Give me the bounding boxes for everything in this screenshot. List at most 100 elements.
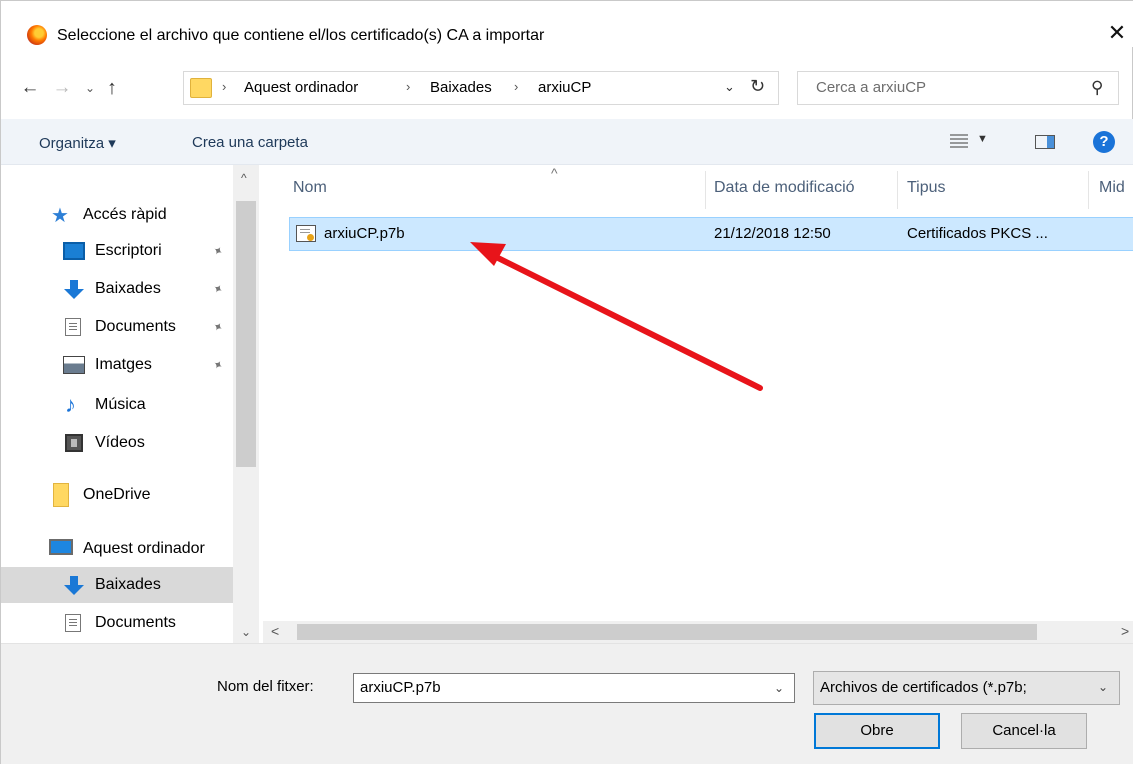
sidebar-item-this-pc[interactable]: Aquest ordinador (1, 531, 233, 567)
sidebar-item-documents[interactable]: Documents ✦ (1, 309, 233, 345)
certificate-icon (296, 225, 316, 242)
sidebar-item-videos[interactable]: Vídeos (1, 425, 233, 461)
forward-button[interactable]: → (51, 77, 73, 99)
sidebar-item-label: Documents (95, 318, 176, 335)
breadcrumb-separator[interactable]: › (514, 79, 518, 94)
download-icon (63, 280, 85, 299)
file-type-filter-value: Archivos de certificados (*.p7b; (820, 679, 1027, 696)
sidebar-item-desktop[interactable]: Escriptori ✦ (1, 233, 233, 269)
document-icon (65, 318, 81, 336)
breadcrumb-separator[interactable]: › (222, 79, 226, 94)
column-header-name[interactable]: Nom (293, 179, 327, 197)
horizontal-scrollbar[interactable]: < > (263, 621, 1133, 643)
open-button[interactable]: Obre (814, 713, 940, 749)
cancel-button[interactable]: Cancel·la (961, 713, 1087, 749)
column-header-type[interactable]: Tipus (907, 179, 946, 197)
download-icon (63, 576, 85, 595)
document-icon (65, 614, 81, 632)
back-button[interactable]: ← (19, 77, 41, 99)
folder-icon (190, 78, 212, 98)
breadcrumb-arxiucp[interactable]: arxiuCP (538, 79, 591, 96)
video-icon (65, 434, 83, 452)
search-input[interactable]: Cerca a arxiuCP ⚲ (797, 71, 1119, 105)
sidebar-item-label: Documents (95, 614, 176, 631)
sidebar-item-pictures[interactable]: Imatges ✦ (1, 347, 233, 383)
filename-value: arxiuCP.p7b (360, 679, 441, 696)
sidebar-item-label: Accés ràpid (83, 206, 167, 223)
firefox-icon (27, 25, 47, 45)
recent-locations-button[interactable]: ⌄ (79, 77, 101, 99)
close-button[interactable]: ✕ (1105, 21, 1129, 45)
scroll-left-icon[interactable]: < (271, 623, 279, 639)
command-bar: Organitza ▾ Crea una carpeta ▼ ? (1, 119, 1133, 165)
chevron-down-icon[interactable]: ⌄ (1098, 680, 1108, 694)
filename-input[interactable]: arxiuCP.p7b ⌄ (353, 673, 795, 703)
pin-icon[interactable]: ✦ (210, 280, 226, 297)
sidebar-item-label: Aquest ordinador (83, 540, 205, 557)
scroll-right-icon[interactable]: > (1121, 623, 1129, 639)
sidebar-item-label: Imatges (95, 356, 152, 373)
pin-icon[interactable]: ✦ (210, 356, 226, 373)
dialog-title: Seleccione el archivo que contiene el/lo… (57, 27, 545, 44)
file-name: arxiuCP.p7b (324, 225, 405, 242)
pin-icon[interactable]: ✦ (210, 242, 226, 259)
column-header-size[interactable]: Mid (1099, 179, 1125, 197)
search-icon[interactable]: ⚲ (1091, 78, 1103, 98)
column-divider[interactable] (705, 171, 706, 209)
search-placeholder: Cerca a arxiuCP (816, 79, 927, 96)
sidebar-item-label: Escriptori (95, 242, 162, 259)
file-open-dialog: Seleccione el archivo que contiene el/lo… (0, 0, 1133, 764)
title-bar: Seleccione el archivo que contiene el/lo… (1, 1, 1133, 47)
sidebar-item-label: Música (95, 396, 146, 413)
sidebar-item-music[interactable]: ♪ Música (1, 387, 233, 423)
sidebar-item-label: Baixades (95, 280, 161, 297)
scroll-down-icon[interactable]: ⌄ (241, 625, 251, 639)
organize-menu[interactable]: Organitza ▾ (39, 134, 116, 152)
sidebar-item-label: OneDrive (83, 486, 151, 503)
footer-panel: Nom del fitxer: arxiuCP.p7b ⌄ Archivos d… (1, 643, 1133, 764)
help-icon[interactable]: ? (1093, 131, 1115, 153)
sidebar-item-label: Baixades (95, 576, 161, 593)
star-icon: ★ (51, 205, 69, 227)
file-type: Certificados PKCS ... (907, 225, 1048, 242)
sidebar-item-pc-downloads[interactable]: Baixades (1, 567, 233, 603)
scroll-up-icon[interactable]: ^ (241, 171, 247, 185)
view-dropdown-icon[interactable]: ▼ (977, 133, 988, 145)
up-button[interactable]: ↑ (101, 77, 123, 99)
file-date: 21/12/2018 12:50 (714, 225, 831, 242)
scrollbar-thumb[interactable] (297, 624, 1037, 640)
address-dropdown-icon[interactable]: ⌄ (724, 79, 735, 95)
sidebar-item-onedrive[interactable]: OneDrive (1, 477, 233, 513)
breadcrumb-this-pc[interactable]: Aquest ordinador (244, 79, 358, 96)
sort-ascending-icon: ^ (551, 165, 558, 181)
preview-pane-icon[interactable] (1035, 135, 1055, 149)
sidebar-item-pc-documents[interactable]: Documents (1, 605, 233, 641)
breadcrumb-downloads[interactable]: Baixades (430, 79, 492, 96)
sidebar-item-quick-access[interactable]: ★ Accés ràpid (1, 197, 233, 233)
computer-icon (49, 539, 73, 555)
file-row[interactable]: arxiuCP.p7b 21/12/2018 12:50 Certificado… (289, 217, 1133, 251)
pin-icon[interactable]: ✦ (210, 318, 226, 335)
navigation-pane: ★ Accés ràpid Escriptori ✦ Baixades ✦ Do… (1, 165, 259, 643)
scrollbar-thumb[interactable] (236, 201, 256, 467)
sidebar-item-downloads[interactable]: Baixades ✦ (1, 271, 233, 307)
view-options-icon[interactable] (950, 134, 968, 148)
column-divider[interactable] (1088, 171, 1089, 209)
sidebar-item-label: Vídeos (95, 434, 145, 451)
desktop-icon (63, 242, 85, 260)
music-icon: ♪ (65, 392, 76, 417)
refresh-icon[interactable]: ↻ (750, 76, 765, 97)
sidebar-scrollbar[interactable]: ^ ⌄ (233, 165, 259, 643)
pictures-icon (63, 356, 85, 374)
new-folder-button[interactable]: Crea una carpeta (192, 134, 308, 151)
breadcrumb-separator[interactable]: › (406, 79, 410, 94)
onedrive-folder-icon (53, 483, 69, 507)
column-header-date[interactable]: Data de modificació (714, 179, 855, 197)
column-divider[interactable] (897, 171, 898, 209)
file-list: ^ Nom Data de modificació Tipus Mid arxi… (263, 165, 1133, 621)
navigation-bar: ← → ⌄ ↑ › Aquest ordinador › Baixades › … (1, 65, 1133, 113)
address-bar[interactable]: › Aquest ordinador › Baixades › arxiuCP … (183, 71, 779, 105)
chevron-down-icon[interactable]: ⌄ (774, 681, 784, 695)
filename-label: Nom del fitxer: (217, 678, 314, 695)
file-type-filter-select[interactable]: Archivos de certificados (*.p7b; ⌄ (813, 671, 1120, 705)
